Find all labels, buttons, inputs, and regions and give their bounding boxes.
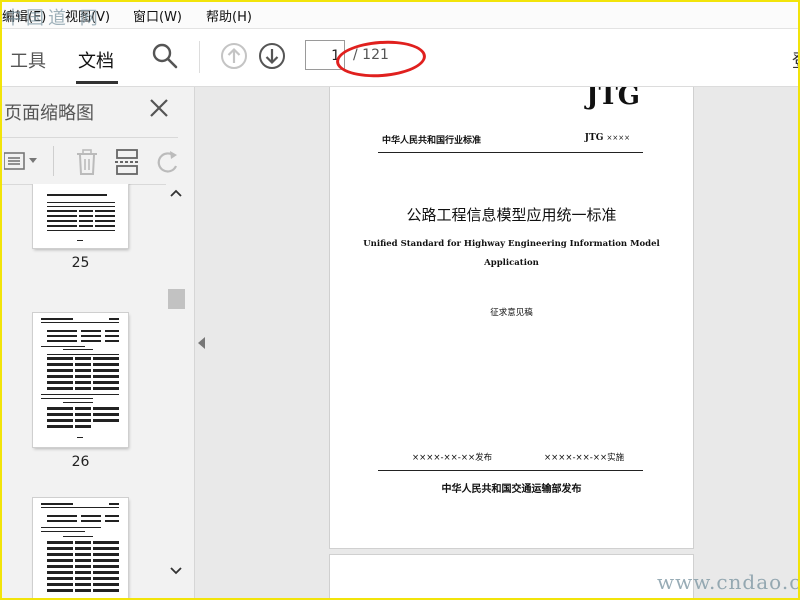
panel-title: 页面缩略图 [4,103,94,124]
active-tab-indicator [76,81,118,84]
scroll-up-icon[interactable] [169,186,183,202]
issue-date: ××××-××-××发布 [412,453,493,463]
publisher: 中华人民共和国交通运输部发布 [441,484,582,495]
close-icon[interactable] [148,97,170,123]
site-watermark-top: 中国道 网 [4,8,102,29]
page-thumbnail[interactable] [33,313,128,447]
thumbnail-panel: 页面缩略图 25 26 [2,87,195,598]
trash-icon[interactable] [74,148,100,180]
implementation-date: ××××-××-××实施 [544,453,625,463]
document-page: JTG 中华人民共和国行业标准 JTG ×××× 公路工程信息模型应用统一标准 … [330,87,693,548]
menu-bar: 编辑(E) 视图(V) 窗口(W) 帮助(H) [2,2,798,29]
jtg-logo: JTG [586,87,640,111]
standard-code: JTG ×××× [585,133,630,143]
document-title-en: Unified Standard for Highway Engineering… [363,239,660,268]
page-thumbnail[interactable] [33,498,128,598]
scroll-down-icon[interactable] [169,564,183,580]
toolbar-edge-text[interactable]: 登 [792,47,798,73]
app-window: 编辑(E) 视图(V) 窗口(W) 帮助(H) 中国道 网 工具 文档 1 / … [0,0,800,600]
panel-toolbar [2,137,178,185]
next-page-icon[interactable] [258,42,286,74]
toolbar-divider [199,41,200,73]
panel-toolbar-divider [53,146,54,176]
rotate-icon[interactable] [154,148,180,180]
menu-help[interactable]: 帮助(H) [206,6,252,25]
thumbnail-scrollbar[interactable] [166,184,187,598]
page-thumbnail[interactable] [33,184,128,248]
insert-page-icon[interactable] [114,148,140,180]
header-rule [378,152,643,153]
search-icon[interactable] [151,42,179,74]
tab-tools[interactable]: 工具 [10,47,46,73]
standard-code-prefix: JTG [584,133,604,143]
document-title-cn: 公路工程信息模型应用统一标准 [406,206,617,224]
thumbnail-options-icon[interactable] [3,150,40,176]
thumbnail-page-number: 26 [71,454,90,470]
menu-window[interactable]: 窗口(W) [133,6,182,25]
collapse-panel-arrow-icon[interactable] [198,337,205,349]
footer-rule [378,470,643,471]
thumbnail-list: 25 26 [2,184,166,598]
tab-document[interactable]: 文档 [78,47,114,73]
standard-code-suffix: ×××× [606,134,630,142]
document-view[interactable]: JTG 中华人民共和国行业标准 JTG ×××× 公路工程信息模型应用统一标准 … [195,87,798,598]
thumbnail-page-number: 25 [71,255,90,271]
document-page-next [330,555,693,598]
standard-category: 中华人民共和国行业标准 [382,136,482,146]
site-watermark: www.cndao.com [657,570,800,594]
previous-page-icon[interactable] [220,42,248,74]
scrollbar-thumb[interactable] [168,289,185,309]
draft-label: 征求意见稿 [490,308,533,318]
